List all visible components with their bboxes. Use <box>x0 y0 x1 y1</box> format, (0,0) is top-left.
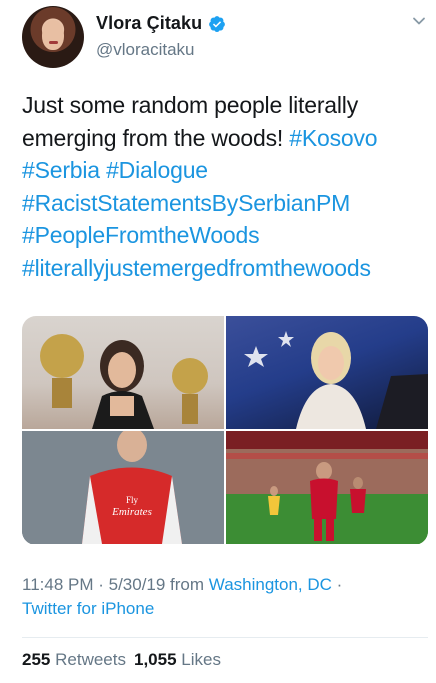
user-handle[interactable]: @vloracitaku <box>96 40 195 60</box>
name-row: Vlora Çitaku <box>96 13 226 34</box>
hashtag-link[interactable]: #PeopleFromtheWoods <box>22 222 260 248</box>
likes-stat[interactable]: 1,055 Likes <box>134 650 221 669</box>
photo-1[interactable] <box>22 316 224 429</box>
tweet-line: Just some random people literally <box>22 92 359 118</box>
photo-4[interactable] <box>226 431 428 544</box>
hashtag-link[interactable]: #RacistStatementsBySerbianPM <box>22 190 350 216</box>
hashtag-link[interactable]: #Serbia <box>22 157 100 183</box>
photo-2[interactable] <box>226 316 428 429</box>
retweets-stat[interactable]: 255 Retweets <box>22 650 126 669</box>
photo-1-art <box>40 334 208 429</box>
retweets-count: 255 <box>22 650 51 669</box>
hashtag-link[interactable]: #Dialogue <box>106 157 208 183</box>
tweet-line: #Serbia #Dialogue <box>22 154 422 187</box>
photo-4-art <box>226 431 428 544</box>
avatar[interactable] <box>22 6 84 68</box>
photo-3[interactable]: Fly Emirates <box>22 431 224 544</box>
hashtag-link[interactable]: #literallyjustemergedfromthewoods <box>22 255 371 281</box>
location-link[interactable]: Washington, DC <box>209 575 332 594</box>
tweet-line: #RacistStatementsBySerbianPM <box>22 187 422 220</box>
tweet-header: Vlora Çitaku @vloracitaku <box>22 6 426 68</box>
retweets-label: Retweets <box>55 650 126 669</box>
tweet-text: Just some random people literally emergi… <box>22 89 422 284</box>
timestamp[interactable]: 11:48 PM · 5/30/19 from <box>22 575 209 594</box>
svg-text:Emirates: Emirates <box>111 506 152 518</box>
meta-line-1: 11:48 PM · 5/30/19 from Washington, DC · <box>22 573 342 597</box>
divider <box>22 637 428 638</box>
verified-badge-icon <box>209 15 226 32</box>
chevron-down-icon[interactable] <box>412 14 426 28</box>
client-link[interactable]: Twitter for iPhone <box>22 599 154 618</box>
svg-text:Fly: Fly <box>126 495 139 505</box>
photo-2-art <box>244 331 428 429</box>
media-grid: Fly Emirates <box>22 316 428 545</box>
tweet-meta: 11:48 PM · 5/30/19 from Washington, DC ·… <box>22 573 342 621</box>
tweet-line: #literallyjustemergedfromthewoods <box>22 252 422 285</box>
photo-3-art: Fly Emirates <box>22 431 224 544</box>
engagement-stats: 255 Retweets 1,055 Likes <box>22 650 221 670</box>
likes-label: Likes <box>181 650 221 669</box>
tweet-text-fragment: emerging from the woods! <box>22 124 290 151</box>
likes-count: 1,055 <box>133 650 177 669</box>
tweet-line: emerging from the woods! #Kosovo <box>22 122 422 155</box>
display-name[interactable]: Vlora Çitaku <box>96 13 202 34</box>
meta-separator: · <box>331 575 343 594</box>
tweet-line: #PeopleFromtheWoods <box>22 219 422 252</box>
hashtag-link[interactable]: #Kosovo <box>289 125 377 151</box>
